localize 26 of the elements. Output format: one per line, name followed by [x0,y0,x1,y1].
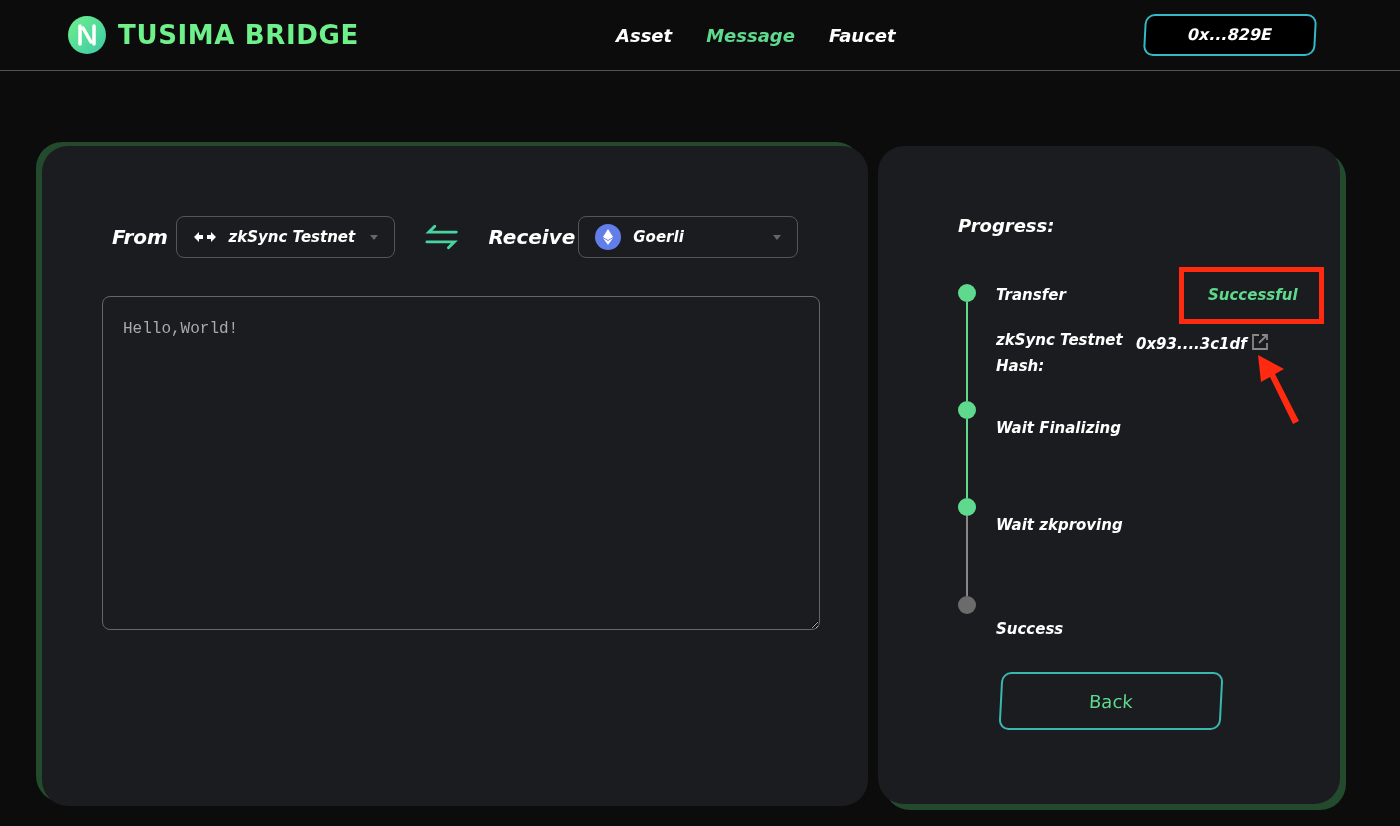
ethereum-icon [595,224,622,250]
back-button[interactable]: Back [998,672,1224,730]
nav-link[interactable]: Asset [616,21,673,49]
wallet-address-button[interactable]: 0x...829E [1142,14,1318,56]
step-label: Wait zkproving [996,515,1124,536]
arrows-icon [192,231,217,243]
step-label: Success [996,619,1065,640]
logo-icon [68,16,106,54]
hash-label: zkSync Testnet Hash: [996,329,1124,377]
network-select[interactable]: Goerli [578,216,798,258]
receive-label: Receive [488,224,577,251]
transaction-hash: 0x93....3c1df [1136,333,1247,355]
external-link-icon[interactable] [1250,332,1269,351]
brand-name: TUSIMA BRIDGE [118,18,359,52]
step-label: Wait Finalizing [996,418,1122,439]
nav-link[interactable]: Message [706,21,795,49]
swap-icon[interactable] [425,224,459,250]
nav-link[interactable]: Faucet [828,21,896,49]
from-label: From [112,224,169,251]
message-field[interactable]: Hello,World! [102,296,820,630]
step-status: Successful [1207,285,1299,306]
network-select[interactable]: zkSync Testnet [175,216,396,258]
step-label: Transfer [996,285,1068,306]
progress-title: Progress: [958,214,1056,238]
caret-icon [370,234,379,240]
caret-icon [773,234,781,240]
